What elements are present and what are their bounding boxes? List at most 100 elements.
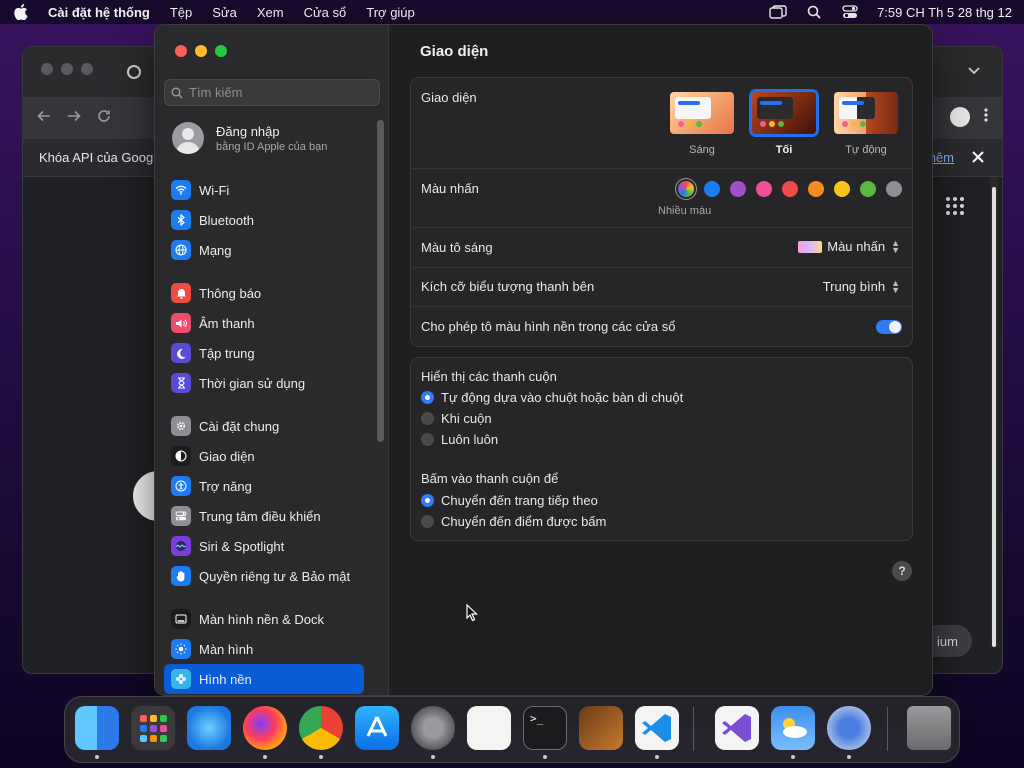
sidebar-item-globe[interactable]: Mạng [164, 235, 364, 265]
highlight-color-row: Màu tô sáng Màu nhấn ▲ ▼ [411, 228, 912, 268]
sidebar-search[interactable] [164, 79, 380, 106]
sidebar-item-control-center[interactable]: Trung tâm điều khiển [164, 501, 364, 531]
trash-icon[interactable] [907, 706, 951, 750]
apple-id-signin[interactable]: Đăng nhập bằng ID Apple của bạn [172, 122, 327, 154]
profile-avatar-icon[interactable] [950, 107, 970, 127]
accent-color-swatch[interactable] [886, 181, 902, 197]
jump-next-page-radio[interactable]: Chuyển đến trang tiếp theo [421, 493, 598, 508]
sidebar-item-dock[interactable]: Màn hình nền & Dock [164, 604, 364, 634]
chromium-icon[interactable] [827, 706, 871, 750]
terminal-icon[interactable]: >_ [523, 706, 567, 750]
menu-window[interactable]: Cửa sổ [304, 5, 347, 20]
theme-light-caption: Sáng [689, 144, 715, 156]
menu-help[interactable]: Trợ giúp [366, 5, 415, 20]
sidebar-scrollbar[interactable] [377, 120, 384, 442]
stage-manager-icon[interactable] [769, 5, 787, 19]
launchpad-icon[interactable] [131, 706, 175, 750]
wallpaper-tint-toggle[interactable] [876, 320, 902, 334]
app-store-icon[interactable] [355, 706, 399, 750]
accent-color-swatch[interactable] [704, 181, 720, 197]
appearance-pane: Giao diện Giao diện Sáng Tối Tự động Màu… [390, 25, 932, 695]
finder-icon[interactable] [75, 706, 119, 750]
accent-color-swatch[interactable] [678, 181, 694, 197]
accent-color-swatch[interactable] [834, 181, 850, 197]
browser-scrollbar[interactable] [990, 177, 998, 647]
chrome-icon[interactable] [299, 706, 343, 750]
menubar-clock[interactable]: 7:59 CH Th 5 28 thg 12 [877, 5, 1012, 20]
app-menu[interactable]: Cài đặt hệ thống [48, 5, 150, 20]
garageband-icon[interactable] [579, 706, 623, 750]
sidebar-item-hourglass[interactable]: Thời gian sử dụng [164, 368, 364, 398]
sidebar-item-label: Bluetooth [199, 212, 254, 228]
apple-menu-icon[interactable] [12, 4, 30, 20]
sidebar-icon-size-value: Trung bình [822, 279, 886, 294]
sidebar-item-label: Cài đặt chung [199, 418, 280, 434]
sidebar-item-label: Hình nền [199, 671, 252, 687]
popup-stepper-icon: ▲ ▼ [891, 277, 900, 295]
scrollbars-always-radio[interactable]: Luôn luôn [421, 432, 498, 447]
sidebar-item-accessibility[interactable]: Trợ năng [164, 471, 364, 501]
jump-clicked-spot-radio[interactable]: Chuyển đến điểm được bấm [421, 514, 606, 529]
sidebar-item-label: Wi-Fi [199, 182, 230, 198]
show-scrollbars-heading: Hiển thị các thanh cuộn [421, 369, 557, 384]
menu-view[interactable]: Xem [257, 5, 284, 20]
scrollbars-auto-radio[interactable]: Tự động dựa vào chuột hoặc bàn di chuột [421, 390, 683, 405]
back-arrow-icon[interactable] [37, 109, 51, 127]
close-window-button[interactable] [175, 45, 187, 57]
infobar-close-icon[interactable] [972, 147, 984, 168]
firefox-icon[interactable] [243, 706, 287, 750]
page-title: Giao diện [420, 43, 489, 60]
more-menu-icon[interactable] [984, 107, 988, 128]
help-button[interactable]: ? [892, 561, 912, 581]
scrollbars-when-scrolling-radio[interactable]: Khi cuộn [421, 411, 492, 426]
sidebar-item-wifi[interactable]: Wi-Fi [164, 175, 364, 205]
settings-sidebar: Đăng nhập bằng ID Apple của bạn Wi-Fi Blu… [155, 25, 389, 695]
accent-color-swatch[interactable] [860, 181, 876, 197]
running-indicator [431, 755, 435, 759]
sidebar-item-speaker[interactable]: Âm thanh [164, 308, 364, 338]
sidebar-item-wallpaper[interactable]: Hình nền [164, 664, 364, 694]
theme-dark-option[interactable]: Tối [749, 90, 819, 156]
visual-studio-icon[interactable] [715, 706, 759, 750]
sidebar-item-siri[interactable]: Siri & Spotlight [164, 531, 364, 561]
zoom-window-button[interactable] [215, 45, 227, 57]
sidebar-item-appearance[interactable]: Giao diện [164, 441, 364, 471]
sidebar-item-moon[interactable]: Tập trung [164, 338, 364, 368]
menu-edit[interactable]: Sửa [212, 5, 237, 20]
apps-grid-icon[interactable] [946, 197, 964, 215]
theme-auto-option[interactable]: Tự động [831, 90, 901, 156]
sun-icon [171, 639, 191, 659]
reload-icon[interactable] [97, 109, 111, 127]
spotlight-search-icon[interactable] [805, 5, 823, 19]
sidebar-item-bell[interactable]: Thông báo [164, 278, 364, 308]
theme-light-option[interactable]: Sáng [667, 90, 737, 156]
highlight-color-popup[interactable]: Màu nhấn ▲ ▼ [798, 238, 900, 254]
weather-icon[interactable] [771, 706, 815, 750]
vscode-icon[interactable] [635, 706, 679, 750]
accent-color-swatch[interactable] [730, 181, 746, 197]
sidebar-item-hand[interactable]: Quyền riêng tư & Bảo mật [164, 561, 364, 591]
sidebar-item-gear[interactable]: Cài đặt chung [164, 411, 364, 441]
sidebar-item-bluetooth[interactable]: Bluetooth [164, 205, 364, 235]
running-indicator [847, 755, 851, 759]
highlight-swatch-icon [798, 240, 823, 253]
sidebar-icon-size-popup[interactable]: Trung bình ▲ ▼ [822, 277, 900, 295]
system-settings-icon[interactable] [411, 706, 455, 750]
tab-search-chevron-icon[interactable] [968, 64, 980, 78]
chrome-tab-icon[interactable] [127, 65, 141, 79]
safari-icon[interactable] [187, 706, 231, 750]
sidebar-item-sun[interactable]: Màn hình [164, 634, 364, 664]
control-center-icon[interactable] [841, 5, 859, 19]
accent-color-swatch[interactable] [782, 181, 798, 197]
forward-arrow-icon[interactable] [67, 109, 81, 127]
menu-file[interactable]: Tệp [170, 5, 192, 20]
hand-icon [171, 566, 191, 586]
accent-color-swatch[interactable] [808, 181, 824, 197]
accent-color-swatch[interactable] [756, 181, 772, 197]
minimize-window-button[interactable] [195, 45, 207, 57]
search-input[interactable] [189, 85, 369, 100]
running-indicator [95, 755, 99, 759]
textedit-icon[interactable] [467, 706, 511, 750]
